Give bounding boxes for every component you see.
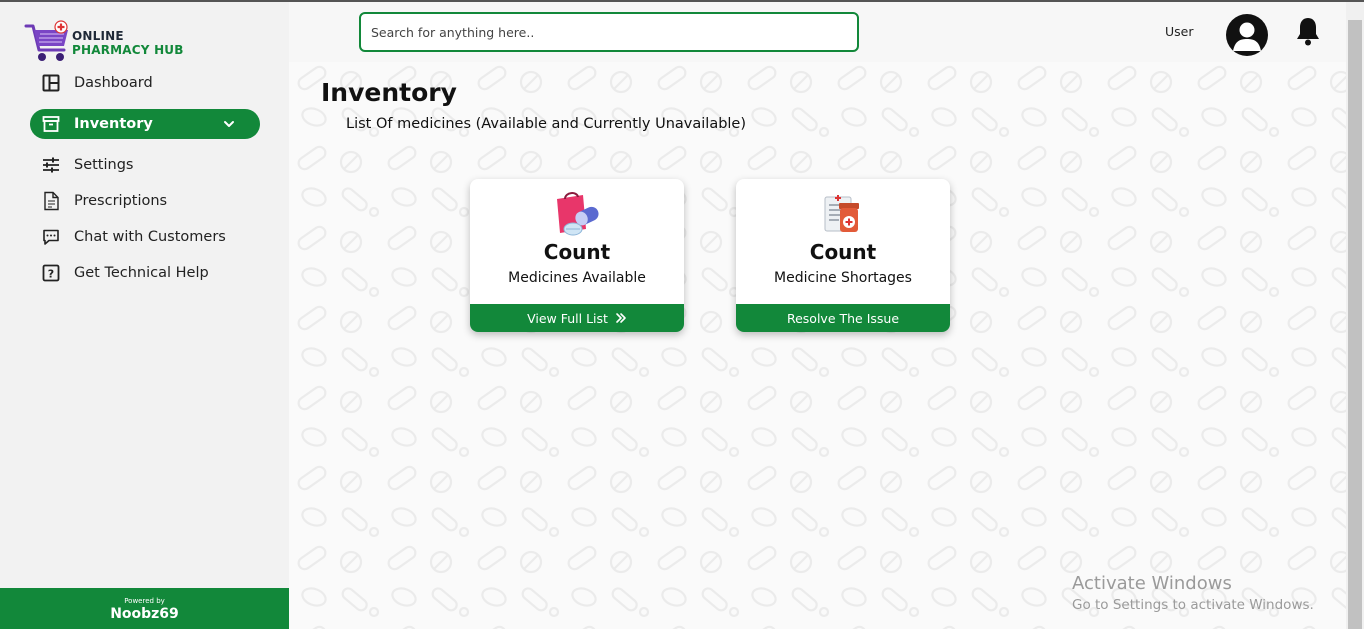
search-input[interactable] bbox=[359, 12, 859, 52]
medicine-bag-icon bbox=[557, 192, 599, 236]
top-header: User bbox=[289, 2, 1346, 62]
sidebar-item-settings[interactable]: Settings bbox=[30, 150, 260, 180]
chat-icon bbox=[40, 226, 62, 248]
brand-logo[interactable]: ONLINE PHARMACY HUB bbox=[24, 18, 204, 66]
sidebar-item-label: Dashboard bbox=[74, 75, 153, 91]
svg-text:?: ? bbox=[48, 268, 54, 281]
brand-line-2: PHARMACY HUB bbox=[72, 43, 184, 57]
dashboard-icon bbox=[40, 72, 62, 94]
shortage-label: Medicine Shortages bbox=[774, 270, 912, 286]
watermark-title: Activate Windows bbox=[1072, 573, 1232, 594]
sidebar-item-chat[interactable]: Chat with Customers bbox=[30, 222, 260, 252]
pills-background-pattern bbox=[289, 62, 1346, 629]
main-content: Inventory List Of medicines (Available a… bbox=[289, 62, 1346, 629]
medicine-report-icon bbox=[824, 195, 859, 232]
sidebar-item-prescriptions[interactable]: Prescriptions bbox=[30, 186, 260, 216]
view-full-list-button[interactable]: View Full List bbox=[470, 304, 684, 332]
medicine-shortages-card: Count Medicine Shortages Resolve The Iss… bbox=[736, 179, 950, 332]
sidebar-item-label: Inventory bbox=[74, 116, 153, 132]
brand-line-1: ONLINE bbox=[72, 29, 124, 43]
available-label: Medicines Available bbox=[508, 270, 646, 286]
chevron-down-icon[interactable] bbox=[222, 117, 236, 131]
sidebar: ONLINE PHARMACY HUB Dashboard Inventory … bbox=[0, 2, 289, 629]
sidebar-item-label: Prescriptions bbox=[74, 193, 168, 209]
pharmacy-cart-icon bbox=[24, 20, 68, 61]
double-chevron-right-icon bbox=[616, 313, 626, 323]
sidebar-item-dashboard[interactable]: Dashboard bbox=[30, 68, 260, 98]
help-icon: ? bbox=[40, 262, 62, 284]
user-icon bbox=[1233, 22, 1261, 51]
powered-by-footer: Powered by Noobz69 bbox=[0, 588, 289, 629]
document-icon bbox=[40, 190, 62, 212]
scrollbar-thumb[interactable] bbox=[1348, 20, 1362, 629]
page-subtitle: List Of medicines (Available and Current… bbox=[346, 116, 747, 132]
resolve-issue-button[interactable]: Resolve The Issue bbox=[736, 304, 950, 332]
page-title: Inventory bbox=[321, 78, 457, 107]
powered-by-label: Powered by bbox=[124, 597, 165, 605]
user-name-label: User bbox=[1165, 24, 1194, 39]
vertical-scrollbar[interactable] bbox=[1346, 2, 1364, 629]
sliders-icon bbox=[40, 154, 62, 176]
activate-windows-watermark: Activate Windows Go to Settings to activ… bbox=[1072, 573, 1314, 613]
shortage-count: Count bbox=[809, 240, 877, 264]
sidebar-item-label: Chat with Customers bbox=[74, 229, 226, 245]
sidebar-item-label: Settings bbox=[74, 157, 134, 173]
available-count: Count bbox=[543, 240, 611, 264]
sidebar-item-inventory[interactable]: Inventory bbox=[30, 109, 260, 139]
sidebar-item-label: Get Technical Help bbox=[74, 265, 209, 281]
powered-by-name: Noobz69 bbox=[110, 606, 179, 622]
avatar[interactable] bbox=[1226, 14, 1268, 56]
medicines-available-card: Count Medicines Available View Full List bbox=[470, 179, 684, 332]
sidebar-item-help[interactable]: ? Get Technical Help bbox=[30, 258, 260, 288]
view-full-list-label: View Full List bbox=[527, 310, 608, 326]
bell-icon[interactable] bbox=[1295, 16, 1321, 46]
inventory-icon bbox=[40, 113, 62, 135]
resolve-issue-label: Resolve The Issue bbox=[786, 310, 900, 326]
watermark-subtitle: Go to Settings to activate Windows. bbox=[1072, 597, 1314, 613]
